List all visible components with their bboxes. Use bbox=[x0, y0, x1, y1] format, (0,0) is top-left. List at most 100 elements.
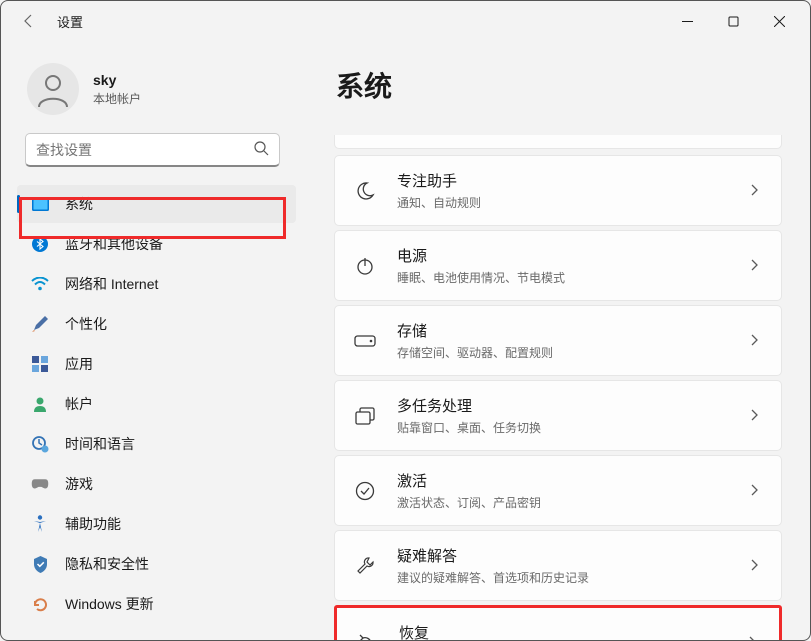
close-button[interactable] bbox=[756, 4, 802, 38]
maximize-button[interactable] bbox=[710, 4, 756, 38]
minimize-icon bbox=[682, 16, 693, 27]
multitask-icon bbox=[353, 407, 377, 425]
sidebar-item-privacy[interactable]: 隐私和安全性 bbox=[17, 545, 296, 583]
sidebar-item-accounts[interactable]: 帐户 bbox=[17, 385, 296, 423]
search-input[interactable] bbox=[25, 133, 280, 167]
chevron-right-icon bbox=[749, 635, 761, 641]
sidebar-item-label: 蓝牙和其他设备 bbox=[65, 234, 163, 254]
search-field[interactable] bbox=[36, 142, 254, 158]
card-title: 存储 bbox=[397, 320, 731, 341]
card-sub: 通知、自动规则 bbox=[397, 194, 731, 211]
sidebar-item-label: 系统 bbox=[65, 194, 93, 214]
user-block[interactable]: sky 本地帐户 bbox=[17, 57, 306, 133]
sidebar-item-label: Windows 更新 bbox=[65, 594, 154, 614]
power-icon bbox=[353, 256, 377, 276]
gamepad-icon bbox=[31, 475, 49, 493]
moon-icon bbox=[353, 181, 377, 201]
page-title: 系统 bbox=[336, 65, 782, 105]
content: sky 本地帐户 系统 bbox=[1, 41, 810, 640]
chevron-right-icon bbox=[751, 483, 763, 499]
sidebar-item-personalization[interactable]: 个性化 bbox=[17, 305, 296, 343]
card-sub: 睡眠、电池使用情况、节电模式 bbox=[397, 269, 731, 286]
card-sub: 存储空间、驱动器、配置规则 bbox=[397, 344, 731, 361]
minimize-button[interactable] bbox=[664, 4, 710, 38]
card-title: 恢复 bbox=[399, 622, 729, 640]
sidebar-item-bluetooth[interactable]: 蓝牙和其他设备 bbox=[17, 225, 296, 263]
card-sub: 建议的疑难解答、首选项和历史记录 bbox=[397, 569, 731, 586]
sidebar-item-label: 时间和语言 bbox=[65, 434, 135, 454]
accessibility-icon bbox=[31, 515, 49, 533]
card-title: 多任务处理 bbox=[397, 395, 731, 416]
system-icon bbox=[31, 195, 49, 213]
card-text: 电源 睡眠、电池使用情况、节电模式 bbox=[397, 245, 731, 286]
card-power[interactable]: 电源 睡眠、电池使用情况、节电模式 bbox=[334, 230, 782, 301]
user-text: sky 本地帐户 bbox=[93, 72, 141, 107]
sidebar-item-label: 帐户 bbox=[65, 394, 93, 414]
sidebar-item-system[interactable]: 系统 bbox=[17, 185, 296, 223]
titlebar: 设置 bbox=[1, 1, 810, 41]
user-account-type: 本地帐户 bbox=[93, 90, 141, 107]
card-activation[interactable]: 激活 激活状态、订阅、产品密钥 bbox=[334, 455, 782, 526]
card-title: 疑难解答 bbox=[397, 545, 731, 566]
card-partial-top[interactable] bbox=[334, 135, 782, 149]
card-recovery[interactable]: 恢复 重置、高级启动、返回 bbox=[334, 605, 782, 640]
sidebar-item-label: 游戏 bbox=[65, 474, 93, 494]
arrow-left-icon bbox=[21, 13, 37, 29]
card-sub: 激活状态、订阅、产品密钥 bbox=[397, 494, 731, 511]
window-controls bbox=[664, 4, 802, 38]
sidebar-item-label: 个性化 bbox=[65, 314, 107, 334]
search-wrap bbox=[17, 133, 306, 185]
card-text: 恢复 重置、高级启动、返回 bbox=[399, 622, 729, 640]
sidebar-item-time-language[interactable]: 时间和语言 bbox=[17, 425, 296, 463]
user-name: sky bbox=[93, 72, 141, 88]
avatar bbox=[27, 63, 79, 115]
maximize-icon bbox=[728, 16, 739, 27]
sidebar-item-accessibility[interactable]: 辅助功能 bbox=[17, 505, 296, 543]
card-multitasking[interactable]: 多任务处理 贴靠窗口、桌面、任务切换 bbox=[334, 380, 782, 451]
close-icon bbox=[774, 16, 785, 27]
sidebar: sky 本地帐户 系统 bbox=[1, 41, 306, 640]
card-title: 激活 bbox=[397, 470, 731, 491]
sidebar-item-label: 辅助功能 bbox=[65, 514, 121, 534]
sidebar-item-apps[interactable]: 应用 bbox=[17, 345, 296, 383]
sidebar-item-label: 网络和 Internet bbox=[65, 274, 158, 294]
apps-icon bbox=[31, 355, 49, 373]
sidebar-item-gaming[interactable]: 游戏 bbox=[17, 465, 296, 503]
settings-window: 设置 sky bbox=[0, 0, 811, 641]
card-storage[interactable]: 存储 存储空间、驱动器、配置规则 bbox=[334, 305, 782, 376]
brush-icon bbox=[31, 315, 49, 333]
storage-icon bbox=[353, 335, 377, 347]
shield-icon bbox=[31, 555, 49, 573]
recovery-icon bbox=[355, 634, 379, 641]
sidebar-item-update[interactable]: Windows 更新 bbox=[17, 585, 296, 623]
card-sub: 贴靠窗口、桌面、任务切换 bbox=[397, 419, 731, 436]
search-icon bbox=[254, 141, 269, 159]
card-text: 激活 激活状态、订阅、产品密钥 bbox=[397, 470, 731, 511]
wrench-icon bbox=[353, 556, 377, 576]
account-icon bbox=[31, 395, 49, 413]
sidebar-item-label: 隐私和安全性 bbox=[65, 554, 149, 574]
chevron-right-icon bbox=[751, 408, 763, 424]
chevron-right-icon bbox=[751, 558, 763, 574]
card-troubleshoot[interactable]: 疑难解答 建议的疑难解答、首选项和历史记录 bbox=[334, 530, 782, 601]
card-title: 专注助手 bbox=[397, 170, 731, 191]
card-text: 专注助手 通知、自动规则 bbox=[397, 170, 731, 211]
chevron-right-icon bbox=[751, 183, 763, 199]
clock-globe-icon bbox=[31, 435, 49, 453]
chevron-right-icon bbox=[751, 333, 763, 349]
card-text: 疑难解答 建议的疑难解答、首选项和历史记录 bbox=[397, 545, 731, 586]
wifi-icon bbox=[31, 275, 49, 293]
back-button[interactable] bbox=[9, 1, 49, 41]
person-icon bbox=[33, 69, 73, 109]
sidebar-item-label: 应用 bbox=[65, 354, 93, 374]
nav-list: 系统 蓝牙和其他设备 网络和 Internet bbox=[17, 185, 306, 623]
bluetooth-icon bbox=[31, 235, 49, 253]
card-focus-assist[interactable]: 专注助手 通知、自动规则 bbox=[334, 155, 782, 226]
check-circle-icon bbox=[353, 481, 377, 501]
card-text: 存储 存储空间、驱动器、配置规则 bbox=[397, 320, 731, 361]
card-title: 电源 bbox=[397, 245, 731, 266]
sidebar-item-network[interactable]: 网络和 Internet bbox=[17, 265, 296, 303]
card-text: 多任务处理 贴靠窗口、桌面、任务切换 bbox=[397, 395, 731, 436]
chevron-right-icon bbox=[751, 258, 763, 274]
update-icon bbox=[31, 595, 49, 613]
